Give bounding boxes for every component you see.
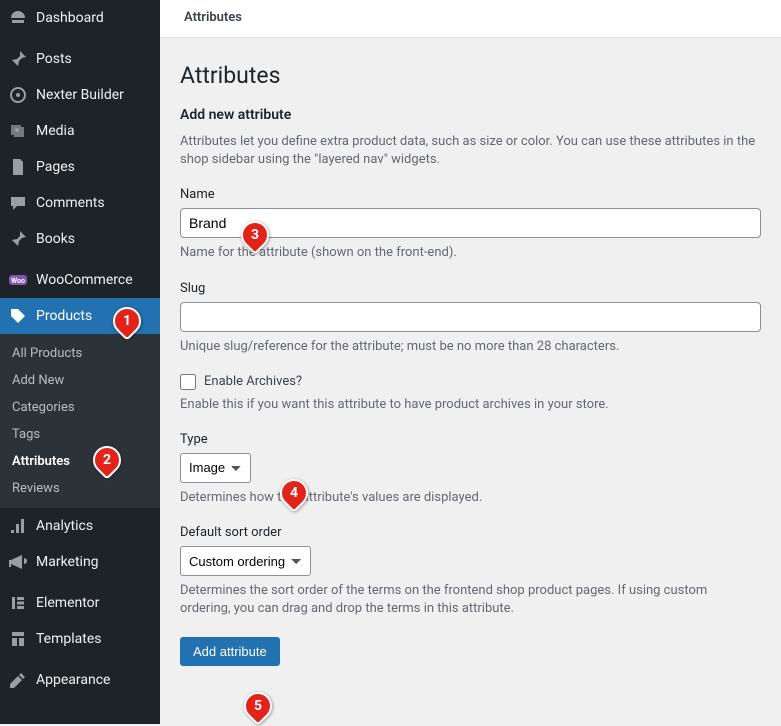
submenu-categories[interactable]: Categories xyxy=(0,394,160,421)
sidebar-item-templates[interactable]: Templates xyxy=(0,621,160,657)
submenu-all-products[interactable]: All Products xyxy=(0,340,160,367)
elementor-icon xyxy=(8,593,28,613)
sort-label: Default sort order xyxy=(180,525,761,540)
submenu-attributes[interactable]: Attributes xyxy=(0,448,160,475)
page-title: Attributes xyxy=(180,62,761,89)
submenu-add-new[interactable]: Add New xyxy=(0,367,160,394)
archives-label: Enable Archives? xyxy=(204,374,302,389)
sidebar-item-label: Comments xyxy=(36,195,152,211)
archives-help: Enable this if you want this attribute t… xyxy=(180,396,761,414)
sidebar-item-posts[interactable]: Posts xyxy=(0,41,160,77)
sidebar-item-pages[interactable]: Pages xyxy=(0,149,160,185)
appearance-icon xyxy=(8,670,28,690)
field-slug: Slug Unique slug/reference for the attri… xyxy=(180,281,761,356)
submenu-reviews[interactable]: Reviews xyxy=(0,475,160,502)
name-input[interactable] xyxy=(180,208,761,238)
pin-icon xyxy=(8,49,28,69)
content-area: Attributes Add new attribute Attributes … xyxy=(160,38,781,724)
media-icon xyxy=(8,121,28,141)
sidebar-item-label: Dashboard xyxy=(36,10,152,26)
sidebar-item-label: Appearance xyxy=(36,672,152,688)
sidebar-item-nexter[interactable]: Nexter Builder xyxy=(0,77,160,113)
sidebar-item-label: Pages xyxy=(36,159,152,175)
type-help: Determines how this attribute's values a… xyxy=(180,489,761,507)
name-label: Name xyxy=(180,187,761,202)
sidebar-item-media[interactable]: Media xyxy=(0,113,160,149)
sidebar-item-label: Books xyxy=(36,231,152,247)
top-bar: Attributes xyxy=(160,0,781,38)
sidebar-item-label: Marketing xyxy=(36,554,152,570)
type-select[interactable]: Image xyxy=(180,453,251,483)
products-submenu: All Products Add New Categories Tags Att… xyxy=(0,334,160,508)
sidebar-item-label: Elementor xyxy=(36,595,152,611)
sidebar-item-label: Posts xyxy=(36,51,152,67)
products-icon xyxy=(8,306,28,326)
sidebar-item-label: Nexter Builder xyxy=(36,87,152,103)
type-label: Type xyxy=(180,432,761,447)
sidebar-item-label: Analytics xyxy=(36,518,152,534)
topbar-title: Attributes xyxy=(184,10,757,25)
slug-label: Slug xyxy=(180,281,761,296)
sidebar-item-label: WooCommerce xyxy=(36,272,152,288)
field-name: Name Name for the attribute (shown on th… xyxy=(180,187,761,262)
sidebar-item-appearance[interactable]: Appearance xyxy=(0,662,160,698)
sidebar-item-elementor[interactable]: Elementor xyxy=(0,585,160,621)
sidebar-item-analytics[interactable]: Analytics xyxy=(0,508,160,544)
submenu-tags[interactable]: Tags xyxy=(0,421,160,448)
sidebar-item-books[interactable]: Books xyxy=(0,221,160,257)
sidebar-item-label: Products xyxy=(36,308,152,324)
sidebar-item-label: Templates xyxy=(36,631,152,647)
sort-help: Determines the sort order of the terms o… xyxy=(180,582,761,618)
field-sort-order: Default sort order Custom ordering Deter… xyxy=(180,525,761,618)
intro-text: Attributes let you define extra product … xyxy=(180,133,761,169)
archives-checkbox[interactable] xyxy=(180,374,196,390)
field-archives: Enable Archives? Enable this if you want… xyxy=(180,374,761,414)
sort-select[interactable]: Custom ordering xyxy=(180,546,311,576)
sidebar-item-label: Media xyxy=(36,123,152,139)
pin-icon xyxy=(8,229,28,249)
main-content: Attributes Attributes Add new attribute … xyxy=(160,0,781,724)
slug-input[interactable] xyxy=(180,302,761,332)
section-title: Add new attribute xyxy=(180,107,761,123)
builder-icon xyxy=(8,85,28,105)
name-help: Name for the attribute (shown on the fro… xyxy=(180,244,761,262)
marketing-icon xyxy=(8,552,28,572)
add-attribute-button[interactable]: Add attribute xyxy=(180,637,280,666)
sidebar-item-marketing[interactable]: Marketing xyxy=(0,544,160,580)
svg-text:Woo: Woo xyxy=(11,277,25,285)
sidebar-item-products[interactable]: Products xyxy=(0,298,160,334)
sidebar-item-comments[interactable]: Comments xyxy=(0,185,160,221)
sidebar-item-woocommerce[interactable]: Woo WooCommerce xyxy=(0,262,160,298)
sidebar-item-dashboard[interactable]: Dashboard xyxy=(0,0,160,36)
slug-help: Unique slug/reference for the attribute;… xyxy=(180,338,761,356)
pages-icon xyxy=(8,157,28,177)
templates-icon xyxy=(8,629,28,649)
woocommerce-icon: Woo xyxy=(8,270,28,290)
dashboard-icon xyxy=(8,8,28,28)
analytics-icon xyxy=(8,516,28,536)
field-type: Type Image Determines how this attribute… xyxy=(180,432,761,507)
comments-icon xyxy=(8,193,28,213)
admin-sidebar: Dashboard Posts Nexter Builder Media Pag… xyxy=(0,0,160,724)
